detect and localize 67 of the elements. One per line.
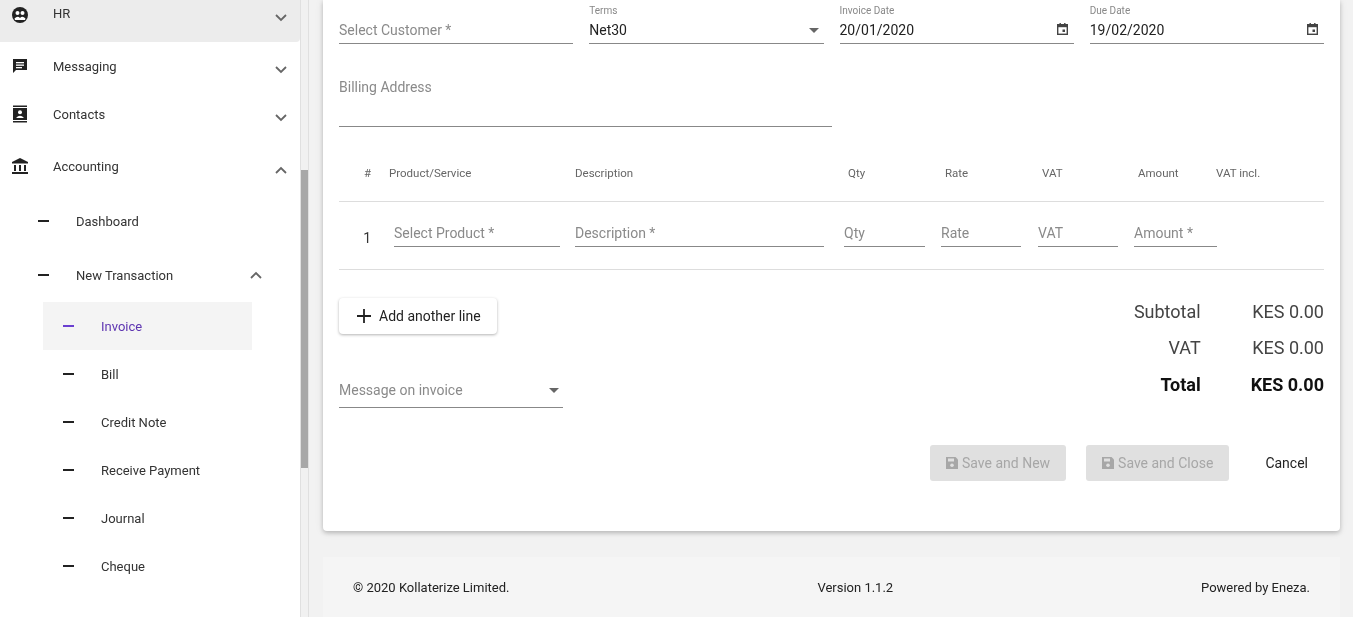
column-header: Qty: [847, 165, 867, 180]
plus-icon: [357, 309, 371, 323]
total-label: Subtotal: [1133, 300, 1201, 324]
total-value: KES 0.00: [1251, 300, 1324, 324]
dash-icon: [38, 273, 49, 277]
dash-icon: [38, 219, 49, 223]
nav-item[interactable]: Dashboard: [0, 194, 300, 248]
column-header: Rate: [944, 165, 970, 180]
dash-icon: [63, 564, 74, 568]
bank-icon: [11, 157, 29, 175]
chevron-down-icon[interactable]: [275, 14, 287, 22]
date-field[interactable]: Invoice Date 20/01/2020: [839, 3, 1074, 44]
nav-item[interactable]: New Transaction: [0, 248, 300, 302]
column-header: VAT: [1041, 165, 1064, 180]
total-label: VAT: [1167, 336, 1201, 361]
version-text: Version 1.1.2: [817, 579, 894, 595]
column-header: #: [362, 165, 372, 180]
contact-card-icon: [11, 105, 29, 123]
dash-icon: [63, 420, 74, 424]
dropdown-caret-icon[interactable]: [808, 28, 819, 33]
calendar-icon[interactable]: [1056, 23, 1068, 35]
dash-icon: [63, 324, 74, 328]
line-input-field[interactable]: Description *: [575, 225, 824, 247]
total-label: Total: [1159, 372, 1201, 397]
billing-address-field[interactable]: Billing Address: [339, 77, 832, 127]
nav-item[interactable]: Cheque: [43, 542, 252, 590]
line-input-field[interactable]: Select Product *: [394, 225, 560, 247]
dash-icon: [63, 372, 74, 376]
calendar-icon[interactable]: [1307, 23, 1318, 35]
dropdown-caret-icon[interactable]: [549, 387, 559, 393]
dash-icon: [63, 516, 74, 520]
cancel-button[interactable]: Cancel: [1249, 445, 1324, 481]
nav-item[interactable]: Receive Payment: [43, 446, 252, 494]
scrollbar[interactable]: [300, 0, 309, 617]
line-input-field[interactable]: Rate: [941, 225, 1021, 247]
chevron-up-icon[interactable]: [250, 271, 262, 279]
nav-item[interactable]: Messaging: [0, 42, 300, 90]
line-input-field[interactable]: Qty: [844, 225, 925, 247]
message-select[interactable]: Message on invoice: [339, 378, 563, 408]
chat-icon: [11, 57, 29, 75]
nav-item[interactable]: HR: [0, 0, 300, 42]
total-value: KES 0.00: [1251, 336, 1324, 361]
copyright-text: © 2020 Kollaterize Limited.: [353, 579, 510, 595]
powered-by-text: Powered by Eneza.: [1201, 579, 1310, 595]
scrollbar-thumb[interactable]: [301, 170, 308, 468]
terms-select[interactable]: Terms Net30: [589, 3, 824, 44]
nav-item[interactable]: Contacts: [0, 90, 300, 138]
dash-icon: [63, 468, 74, 472]
column-header: VAT incl.: [1216, 165, 1262, 180]
chevron-up-icon[interactable]: [275, 166, 287, 174]
nav-item[interactable]: Journal: [43, 494, 252, 542]
chevron-down-icon[interactable]: [275, 114, 287, 122]
column-header: Description: [575, 165, 635, 180]
date-field[interactable]: Due Date 19/02/2020: [1089, 3, 1324, 44]
nav-item[interactable]: Bill: [43, 350, 252, 398]
customer-field[interactable]: Select Customer *: [339, 3, 574, 44]
column-header: Product/Service: [389, 165, 473, 180]
nav-item[interactable]: Invoice: [43, 302, 252, 350]
add-line-button[interactable]: Add another line: [339, 298, 497, 334]
line-number: 1: [362, 228, 372, 246]
nav-item[interactable]: Credit Note: [43, 398, 252, 446]
line-input-field[interactable]: Amount *: [1134, 225, 1217, 247]
line-input-field[interactable]: VAT: [1038, 225, 1118, 247]
nav-item[interactable]: Accounting: [0, 138, 300, 194]
chevron-down-icon[interactable]: [275, 66, 287, 74]
total-value: KES 0.00: [1250, 372, 1324, 397]
people-icon: [11, 6, 29, 24]
